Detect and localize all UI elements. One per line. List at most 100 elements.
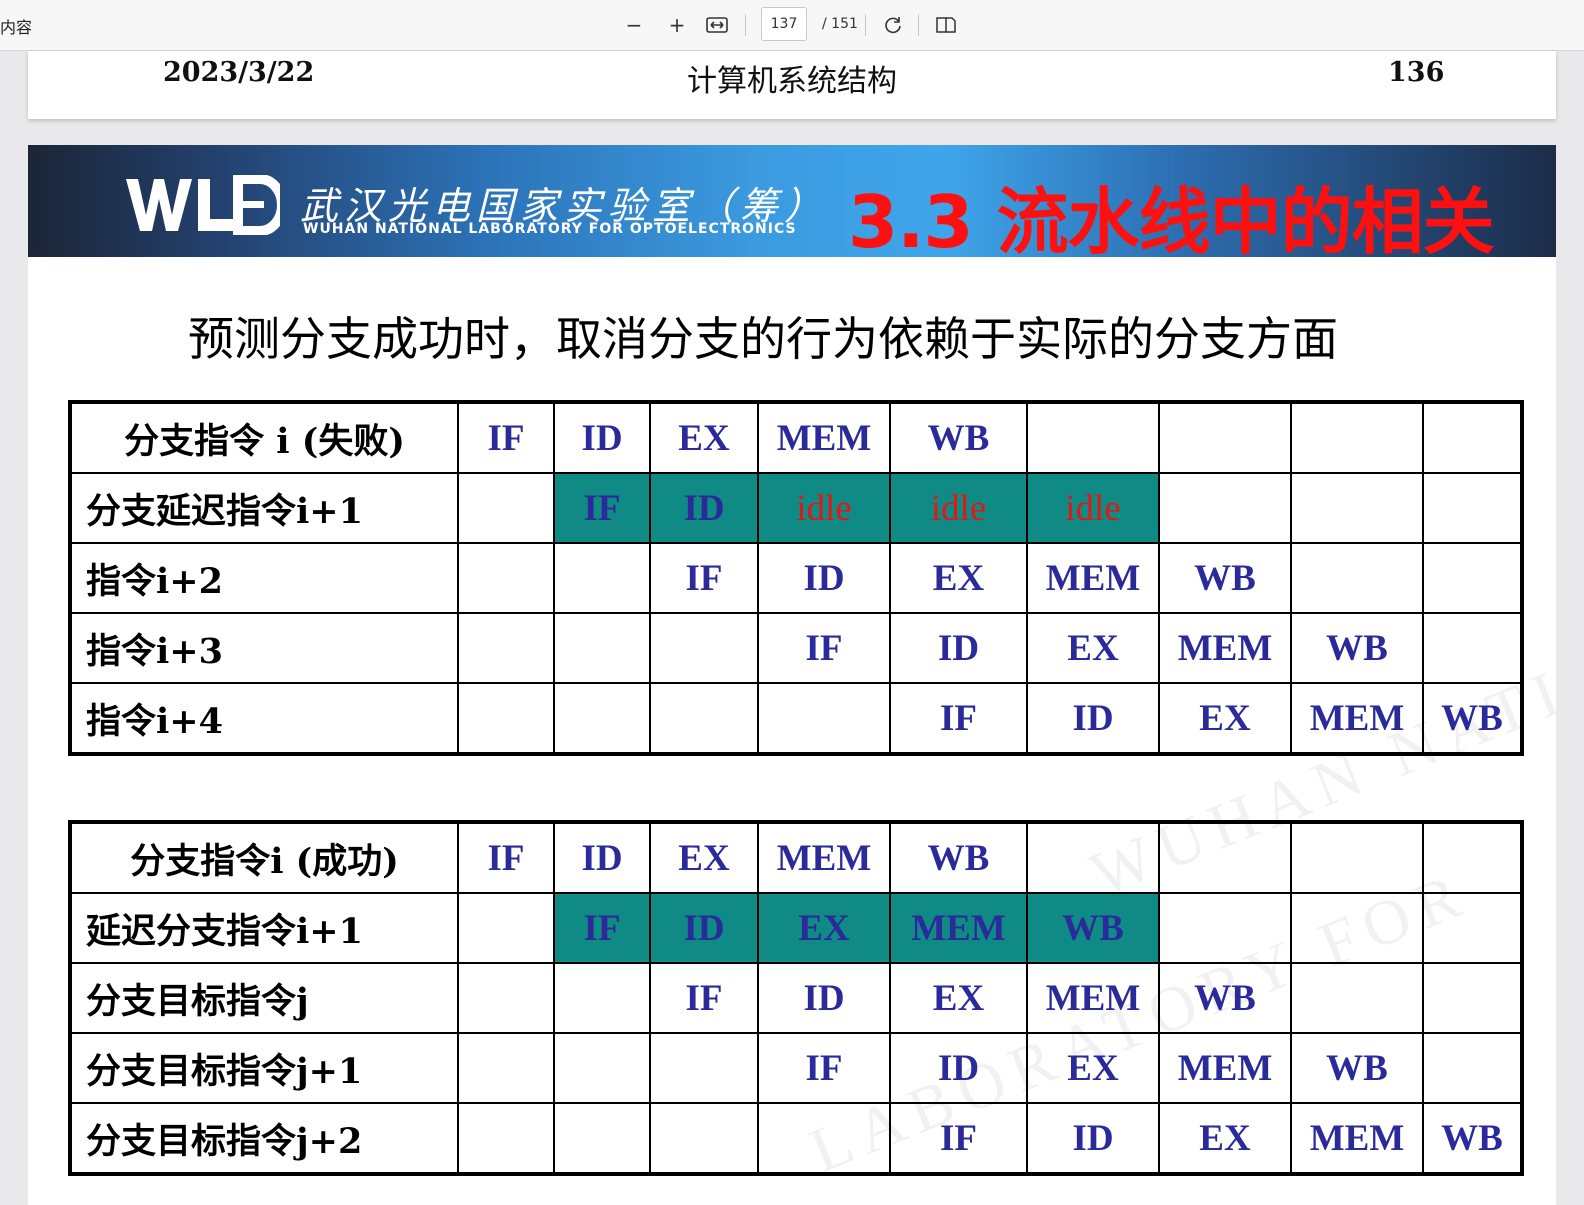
table-row: 分支延迟指令i+1 IF ID idle idle idle [69, 472, 1523, 544]
stage-cell [553, 612, 651, 684]
stage-cell [457, 682, 555, 755]
stage-cell: MEM [1158, 612, 1292, 684]
stage-cell: idle [757, 472, 891, 544]
stage-cell: IF [553, 472, 651, 544]
stage-cell [1422, 1032, 1523, 1104]
page-total: / 151 [822, 16, 858, 32]
stage-cell: MEM [1290, 682, 1424, 755]
pipeline-table-success: 分支指令i (成功) IF ID EX MEM WB 延迟分支指令i+1 IF ID EX MEM W… [68, 820, 1524, 1176]
stage-cell: ID [1026, 1102, 1160, 1175]
table-row: 分支指令i (成功) IF ID EX MEM WB [69, 821, 1523, 894]
stage-cell [1422, 962, 1523, 1034]
stage-cell [1158, 821, 1292, 894]
stage-cell [457, 542, 555, 614]
stage-cell: WB [1026, 892, 1160, 964]
stage-cell: MEM [1158, 1032, 1292, 1104]
zoom-out-button[interactable]: − [619, 10, 649, 40]
zoom-out-icon: − [625, 13, 643, 37]
zoom-in-button[interactable]: + [662, 10, 692, 40]
stage-cell: IF [457, 401, 555, 474]
lab-name-english: WUHAN NATIONAL LABORATORY FOR OPTOELECTR… [303, 221, 797, 237]
stage-cell: IF [553, 892, 651, 964]
stage-cell [1422, 612, 1523, 684]
stage-cell: ID [889, 1032, 1028, 1104]
rotate-icon [885, 17, 901, 34]
instruction-label: 分支指令 i (失败) [69, 401, 459, 474]
stage-cell: EX [1026, 1032, 1160, 1104]
slide-banner: 武汉光电国家实验室（筹） WUHAN NATIONAL LABORATORY F… [28, 145, 1556, 264]
instruction-label: 指令i+4 [69, 682, 459, 755]
stage-cell: ID [649, 892, 759, 964]
contents-label[interactable]: 内容 [0, 14, 32, 38]
page-view-icon [936, 17, 956, 33]
stage-cell: WB [1290, 612, 1424, 684]
table-row: 分支指令 i (失败) IF ID EX MEM WB [69, 401, 1523, 474]
instruction-label: 分支指令i (成功) [69, 821, 459, 894]
stage-cell [1422, 892, 1523, 964]
stage-cell: ID [757, 542, 891, 614]
stage-cell: WB [1158, 962, 1292, 1034]
stage-cell [1158, 401, 1292, 474]
stage-cell [1026, 401, 1160, 474]
toolbar-divider [745, 14, 746, 36]
stage-cell: EX [757, 892, 891, 964]
page-number-input[interactable] [761, 7, 807, 41]
stage-cell [649, 1032, 759, 1104]
stage-cell: WB [1422, 1102, 1523, 1175]
stage-cell [553, 962, 651, 1034]
stage-cell: ID [553, 401, 651, 474]
stage-cell: ID [649, 472, 759, 544]
stage-cell: MEM [1290, 1102, 1424, 1175]
stage-cell: ID [553, 821, 651, 894]
stage-cell: IF [889, 1102, 1028, 1175]
stage-cell: MEM [889, 892, 1028, 964]
stage-cell: IF [649, 962, 759, 1034]
stage-cell: idle [1026, 472, 1160, 544]
fit-width-icon [706, 17, 728, 33]
slide-title: 3.3 流水线中的相关 [848, 180, 1495, 264]
stage-cell: EX [1158, 1102, 1292, 1175]
stage-cell: WB [1422, 682, 1523, 755]
wnlo-logo-icon [126, 175, 280, 235]
fit-width-button[interactable] [702, 10, 732, 40]
stage-cell: WB [889, 821, 1028, 894]
stage-cell [457, 472, 555, 544]
stage-cell [1290, 542, 1424, 614]
stage-cell: IF [649, 542, 759, 614]
instruction-label: 分支目标指令j+1 [69, 1032, 459, 1104]
instruction-label: 延迟分支指令i+1 [69, 892, 459, 964]
stage-cell: idle [889, 472, 1028, 544]
stage-cell [649, 612, 759, 684]
toolbar-divider [918, 14, 919, 36]
stage-cell: EX [1026, 612, 1160, 684]
stage-cell [553, 1102, 651, 1175]
slide-subtitle: 预测分支成功时，取消分支的行为依赖于实际的分支方面 [188, 312, 1338, 366]
stage-cell [1422, 542, 1523, 614]
stage-cell [1026, 821, 1160, 894]
stage-cell [457, 962, 555, 1034]
stage-cell: WB [1158, 542, 1292, 614]
page-view-button[interactable] [931, 10, 961, 40]
stage-cell: MEM [1026, 542, 1160, 614]
table-row: 分支目标指令j IF ID EX MEM WB [69, 962, 1523, 1034]
stage-cell: EX [889, 962, 1028, 1034]
stage-cell: WB [889, 401, 1028, 474]
stage-cell [1290, 892, 1424, 964]
current-page: 武汉光电国家实验室（筹） WUHAN NATIONAL LABORATORY F… [28, 145, 1556, 1205]
stage-cell [1422, 401, 1523, 474]
stage-cell [1290, 962, 1424, 1034]
stage-cell [457, 892, 555, 964]
instruction-label: 分支目标指令j+2 [69, 1102, 459, 1175]
stage-cell: EX [649, 401, 759, 474]
stage-cell [457, 1032, 555, 1104]
stage-cell: MEM [757, 401, 891, 474]
toolbar-divider [865, 14, 866, 36]
table-row: 指令i+3 IF ID EX MEM WB [69, 612, 1523, 684]
rotate-button[interactable] [878, 10, 908, 40]
stage-cell: EX [1158, 682, 1292, 755]
stage-cell [1422, 472, 1523, 544]
stage-cell: WB [1290, 1032, 1424, 1104]
stage-cell [649, 1102, 759, 1175]
pipeline-table-fail: 分支指令 i (失败) IF ID EX MEM WB 分支延迟指令i+1 IF ID idle i… [68, 400, 1524, 756]
stage-cell [1290, 821, 1424, 894]
